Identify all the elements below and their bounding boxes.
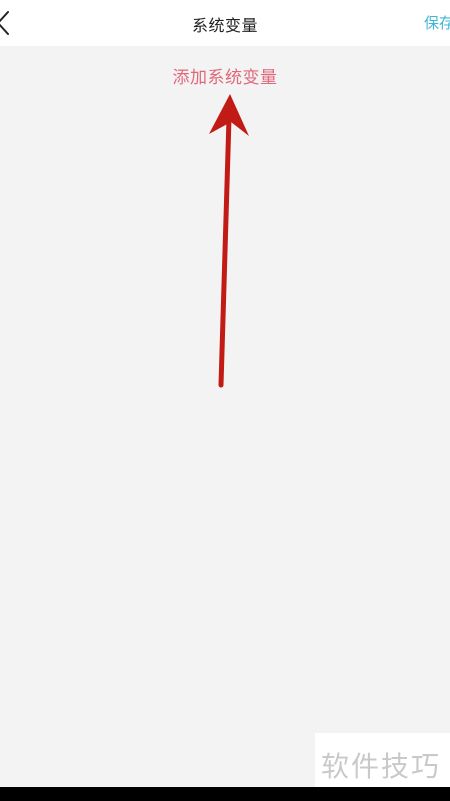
add-system-variable-link[interactable]: 添加系统变量 <box>0 63 450 88</box>
system-variables-screen: 系统变量 保存 添加系统变量 软件技巧 <box>0 0 450 801</box>
bottom-system-bar <box>0 787 450 801</box>
save-button[interactable]: 保存 <box>424 12 450 33</box>
page-title: 系统变量 <box>191 16 258 35</box>
watermark-text: 软件技巧 <box>321 750 442 783</box>
red-arrow-icon <box>209 94 249 388</box>
watermark: 软件技巧 <box>315 733 450 787</box>
top-nav-bar: 系统变量 保存 <box>0 0 450 46</box>
